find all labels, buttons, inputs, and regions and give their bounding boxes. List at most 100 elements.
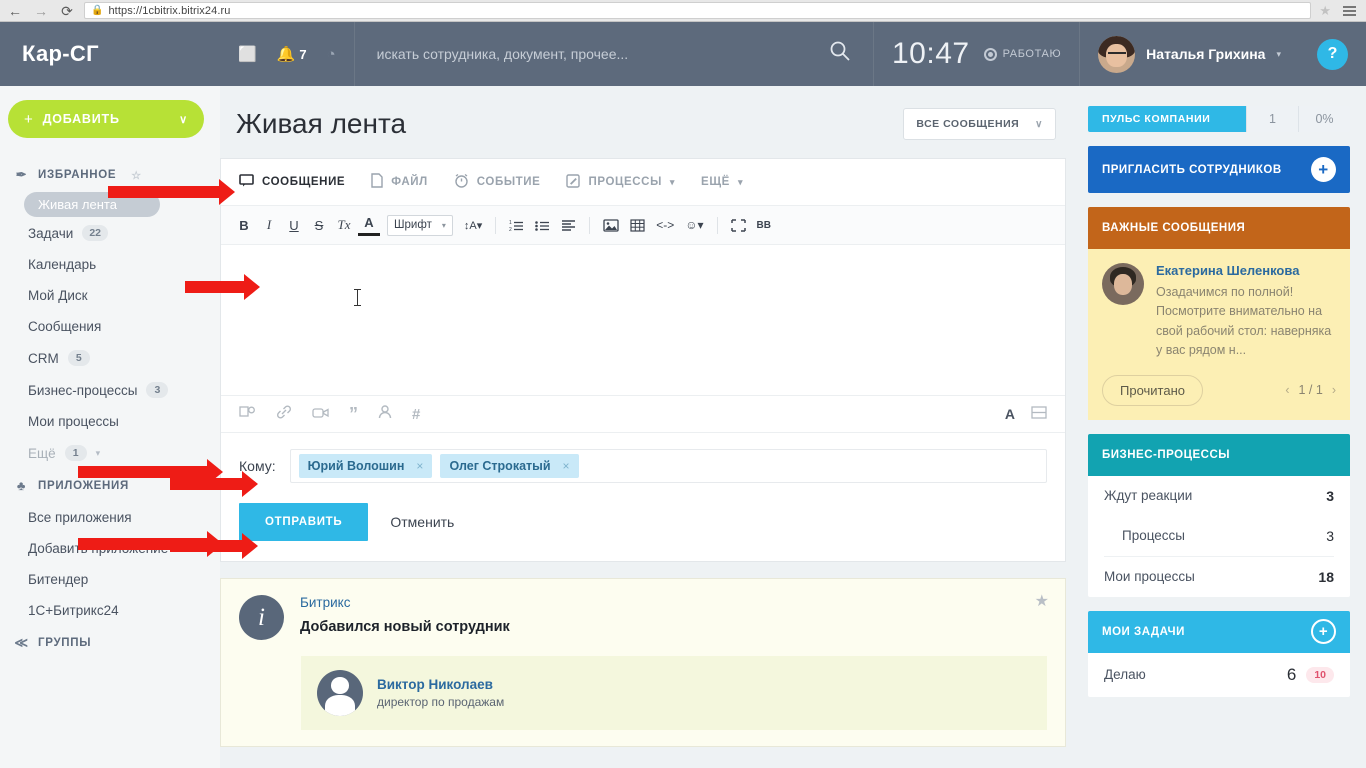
hashtag-icon[interactable]: # (412, 406, 420, 423)
text-cursor-icon (354, 289, 361, 306)
sidebar-item-business-processes[interactable]: Бизнес-процессы 3 (0, 374, 220, 406)
message-author[interactable]: Екатерина Шеленкова (1156, 263, 1336, 278)
recipient-chip[interactable]: Юрий Волошин × (298, 454, 433, 478)
sidebar-item-label: Ещё (28, 445, 56, 461)
attach-file-icon[interactable] (239, 405, 256, 423)
task-row-doing[interactable]: Делаю 6 10 (1088, 653, 1350, 697)
font-size-button[interactable]: ↕A▾ (460, 214, 486, 236)
chat-icon[interactable]: ⬜ (238, 45, 257, 63)
message-pager: ‹ 1 / 1 › (1285, 383, 1336, 397)
mark-read-button[interactable]: Прочитано (1102, 374, 1203, 406)
work-status-button[interactable]: РАБОТАЮ (983, 47, 1062, 61)
cloud-icon[interactable]: ◔ (327, 46, 336, 63)
tab-event[interactable]: СОБЫТИЕ (454, 173, 541, 191)
tab-file[interactable]: ФАЙЛ (371, 173, 428, 191)
pager-value: 1 / 1 (1298, 383, 1323, 397)
insert-table-button[interactable] (626, 214, 649, 236)
sidebar-item-tasks[interactable]: Задачи 22 (0, 217, 220, 249)
row-label: Мои процессы (1104, 569, 1195, 584)
star-icon[interactable]: ★ (1035, 591, 1049, 611)
chevron-down-icon: ▾ (737, 176, 744, 187)
clear-format-button[interactable]: Tx (333, 214, 355, 236)
page-title: Живая лента (236, 108, 407, 139)
process-row-processes[interactable]: Процессы 3 (1088, 516, 1350, 556)
sidebar-item-bitender[interactable]: Битендер (0, 564, 220, 595)
ordered-list-button[interactable]: 12 (505, 214, 528, 236)
bb-code-button[interactable]: BB (753, 214, 775, 236)
tab-processes[interactable]: ПРОЦЕССЫ ▾ (566, 173, 675, 191)
address-bar[interactable]: 🔒 https://1cbitrix.bitrix24.ru (84, 2, 1312, 19)
forward-icon[interactable]: → (32, 4, 50, 18)
close-icon[interactable]: × (563, 459, 570, 473)
next-icon[interactable]: › (1332, 383, 1336, 397)
logo-area[interactable]: Кар-СГ (0, 22, 220, 86)
process-row-awaiting[interactable]: Ждут реакции 3 (1088, 476, 1350, 516)
view-toggle-icon[interactable] (1031, 406, 1047, 422)
insert-link-icon[interactable] (276, 405, 292, 423)
tab-more[interactable]: ЕЩЁ ▾ (701, 176, 743, 188)
editor-area[interactable] (221, 245, 1065, 395)
sidebar-section-groups[interactable]: ≪ ГРУППЫ (0, 626, 220, 660)
recipient-chip[interactable]: Олег Строкатый × (440, 454, 579, 478)
notifications-bell-icon[interactable]: 🔔 7 (277, 45, 307, 63)
add-task-button[interactable]: + (1311, 619, 1336, 644)
record-video-icon[interactable] (312, 406, 329, 423)
invite-widget[interactable]: ПРИГЛАСИТЬ СОТРУДНИКОВ + (1088, 146, 1350, 193)
sidebar-item-1c-bitrix24[interactable]: 1С+Битрикс24 (0, 595, 220, 626)
file-icon (371, 173, 383, 191)
user-menu[interactable]: Наталья Грихина ▾ (1079, 22, 1299, 86)
reload-icon[interactable]: ⟳ (58, 4, 76, 18)
sidebar-item-messages[interactable]: Сообщения (0, 311, 220, 342)
star-icon[interactable]: ☆ (131, 169, 142, 182)
fullscreen-button[interactable] (727, 214, 750, 236)
back-icon[interactable]: ← (6, 4, 24, 18)
strikethrough-button[interactable]: S (308, 214, 330, 236)
help-button[interactable]: ? (1317, 38, 1348, 70)
sidebar-section-label: ГРУППЫ (38, 637, 92, 649)
sidebar-item-label: Битендер (28, 572, 89, 587)
source-code-button[interactable]: <-> (652, 214, 678, 236)
mention-user-icon[interactable] (378, 405, 392, 423)
quote-icon[interactable]: ” (349, 405, 358, 423)
bell-glyph: 🔔 (276, 46, 296, 63)
italic-button[interactable]: I (258, 214, 280, 236)
feed-post-author[interactable]: Битрикс (300, 595, 510, 610)
cancel-button[interactable]: Отменить (390, 514, 454, 530)
sidebar-item-calendar[interactable]: Календарь (0, 249, 220, 280)
employee-card[interactable]: Виктор Николаев директор по продажам (301, 656, 1047, 730)
add-button[interactable]: + ДОБАВИТЬ ∨ (8, 100, 204, 138)
sidebar-item-badge: 1 (64, 445, 87, 461)
plus-icon[interactable]: + (1311, 157, 1336, 182)
sidebar-item-more[interactable]: Ещё 1 ▾ (0, 437, 220, 469)
bullet-list-button[interactable] (531, 214, 554, 236)
chevron-down-icon: ▾ (95, 447, 101, 458)
search-input[interactable] (376, 46, 829, 62)
content-header: Живая лента ВСЕ СООБЩЕНИЯ ∨ (220, 86, 1066, 158)
close-icon[interactable]: × (416, 459, 423, 473)
current-time: 10:47 (892, 37, 970, 70)
business-processes-title: БИЗНЕС-ПРОЦЕССЫ (1088, 433, 1350, 476)
insert-image-button[interactable] (599, 214, 623, 236)
align-button[interactable] (557, 214, 580, 236)
tab-message[interactable]: СООБЩЕНИЕ (239, 174, 345, 190)
send-button[interactable]: ОТПРАВИТЬ (239, 503, 369, 541)
recipients-field[interactable]: Юрий Волошин × Олег Строкатый × (289, 449, 1047, 483)
sidebar-item-crm[interactable]: CRM 5 (0, 342, 220, 374)
pulse-widget[interactable]: ПУЛЬС КОМПАНИИ 1 0% (1088, 106, 1350, 132)
text-color-button[interactable]: A (358, 214, 380, 236)
prev-icon[interactable]: ‹ (1285, 383, 1289, 397)
employee-name[interactable]: Виктор Николаев (377, 677, 504, 692)
text-format-icon[interactable]: A (1005, 406, 1015, 422)
feed-filter-dropdown[interactable]: ВСЕ СООБЩЕНИЯ ∨ (903, 108, 1056, 140)
process-row-my-processes[interactable]: Мои процессы 18 (1088, 557, 1350, 597)
sidebar-item-my-processes[interactable]: Мои процессы (0, 406, 220, 437)
bookmark-star-icon[interactable]: ★ (1319, 3, 1331, 19)
search-icon[interactable] (829, 40, 851, 68)
underline-button[interactable]: U (283, 214, 305, 236)
browser-menu-icon[interactable] (1339, 5, 1360, 16)
pulse-percent: 0% (1298, 106, 1350, 132)
bold-button[interactable]: B (233, 214, 255, 236)
emoji-button[interactable]: ☺▾ (681, 214, 707, 236)
sidebar-item-all-apps[interactable]: Все приложения (0, 502, 220, 533)
font-select[interactable]: Шрифт ▾ (387, 214, 453, 236)
